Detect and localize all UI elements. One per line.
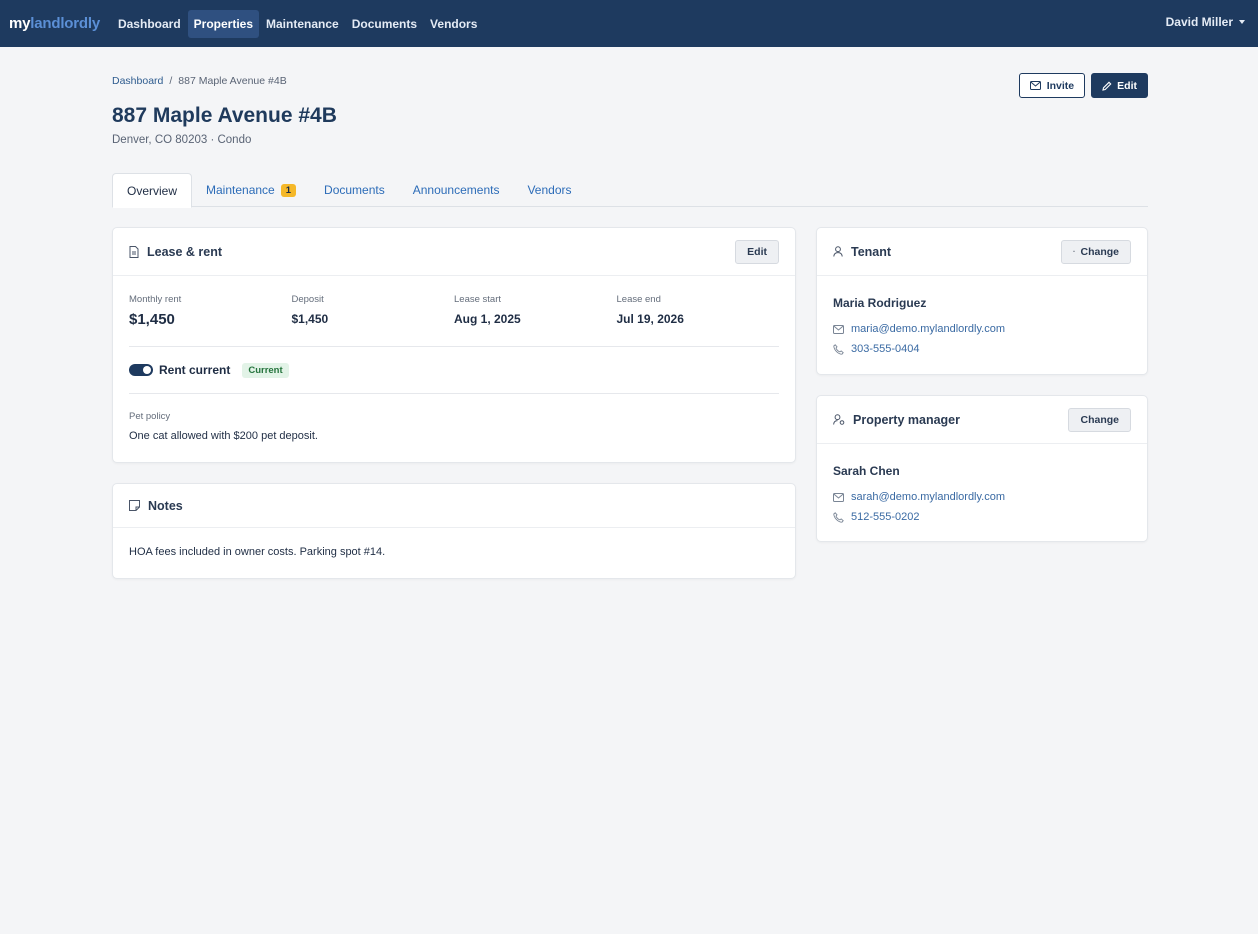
manager-email-row[interactable]: sarah@demo.mylandlordly.com [833, 491, 1131, 503]
breadcrumb-separator: / [169, 75, 173, 87]
deposit-label: Deposit [291, 294, 324, 305]
lease-details: Monthly rent $1,450 Deposit $1,450 Lease… [113, 276, 795, 346]
edit-lease-button[interactable]: Edit [735, 239, 779, 264]
tenant-phone[interactable]: 303-555-0404 [851, 343, 920, 355]
document-icon [129, 245, 139, 258]
tenant-card-header: Tenant · Change [817, 228, 1147, 276]
tenant-email[interactable]: maria@demo.mylandlordly.com [851, 323, 1005, 335]
brand-part-my: my [9, 15, 31, 32]
tab-vendors[interactable]: Vendors [513, 173, 585, 207]
lease-rent-card: Lease & rent Edit Monthly rent $1,450 De… [112, 227, 796, 463]
envelope-icon [833, 492, 844, 502]
phone-icon [833, 343, 844, 355]
deposit-value: $1,450 [291, 312, 329, 326]
notes-card: Notes HOA fees included in owner costs. … [112, 483, 796, 579]
tenant-details: Maria Rodriguez maria@demo.mylandlordly.… [817, 276, 1147, 355]
tenant-card: Tenant · Change Maria Rodriguez maria@de… [816, 227, 1148, 375]
user-name: David Miller [1165, 15, 1233, 29]
edit-label: Edit [1117, 79, 1137, 92]
tab-documents[interactable]: Documents [310, 173, 399, 207]
lease-start-label: Lease start [454, 294, 501, 305]
breadcrumb-dashboard-link[interactable]: Dashboard [112, 75, 163, 87]
tab-maintenance-label: Maintenance [206, 183, 275, 197]
tenant-phone-row[interactable]: 303-555-0404 [833, 343, 1131, 355]
tenant-card-title: Tenant [851, 244, 892, 259]
dot-icon: · [1072, 247, 1076, 256]
rent-status-badge: Current [242, 362, 289, 378]
user-gear-icon [833, 414, 845, 425]
pencil-icon [1102, 81, 1112, 91]
tenant-email-row[interactable]: maria@demo.mylandlordly.com [833, 323, 1131, 335]
manager-phone-row[interactable]: 512-555-0202 [833, 511, 1131, 523]
property-tabs: Overview Maintenance 1 Documents Announc… [112, 173, 1148, 208]
manager-details: Sarah Chen sarah@demo.mylandlordly.com 5… [817, 444, 1147, 523]
tab-announcements[interactable]: Announcements [399, 173, 514, 207]
caret-down-icon [1239, 20, 1245, 24]
rent-current-toggle[interactable] [129, 364, 153, 376]
manager-card-header: Property manager Change [817, 396, 1147, 444]
notes-card-title: Notes [148, 498, 183, 513]
monthly-rent-label: Monthly rent [129, 294, 182, 305]
sticky-note-icon [129, 500, 140, 511]
top-navbar: mylandlordly Dashboard Properties Mainte… [0, 0, 1258, 47]
maintenance-count-badge: 1 [280, 183, 297, 197]
tab-maintenance[interactable]: Maintenance 1 [192, 173, 310, 207]
rent-current-row: Rent current Current [113, 347, 795, 393]
pet-policy-text: One cat allowed with $200 pet deposit. [129, 430, 318, 442]
invite-button[interactable]: Invite [1018, 73, 1086, 98]
phone-icon [833, 511, 844, 523]
page-actions: Invite Edit [1018, 73, 1148, 98]
page-title: 887 Maple Avenue #4B [112, 104, 337, 127]
lease-card-title: Lease & rent [147, 244, 223, 259]
pet-policy-label: Pet policy [129, 411, 171, 422]
lease-start-value: Aug 1, 2025 [454, 312, 521, 326]
nav-properties[interactable]: Properties [187, 9, 260, 38]
manager-card-title: Property manager [853, 412, 960, 427]
property-manager-card: Property manager Change Sarah Chen sarah… [816, 395, 1148, 542]
nav-vendors[interactable]: Vendors [424, 10, 483, 38]
change-manager-button[interactable]: Change [1068, 407, 1131, 432]
nav-documents[interactable]: Documents [346, 10, 423, 38]
manager-email[interactable]: sarah@demo.mylandlordly.com [851, 491, 1005, 503]
page-subtitle: Denver, CO 80203 · Condo [112, 134, 252, 146]
notes-text: HOA fees included in owner costs. Parkin… [129, 546, 386, 558]
breadcrumb: Dashboard / 887 Maple Avenue #4B [112, 75, 287, 87]
pet-policy-section: Pet policy One cat allowed with $200 pet… [113, 394, 795, 459]
notes-card-header: Notes [113, 484, 795, 528]
breadcrumb-current: 887 Maple Avenue #4B [178, 75, 287, 87]
lease-end-label: Lease end [616, 294, 661, 305]
nav-dashboard[interactable]: Dashboard [112, 10, 187, 38]
brand-logo[interactable]: mylandlordly [9, 15, 100, 32]
tab-overview[interactable]: Overview [112, 173, 193, 208]
lease-card-header: Lease & rent Edit [113, 228, 795, 276]
manager-name: Sarah Chen [833, 464, 900, 478]
change-tenant-label: Change [1080, 245, 1119, 258]
envelope-icon [833, 324, 844, 334]
nav-maintenance[interactable]: Maintenance [260, 10, 345, 38]
monthly-rent-value: $1,450 [129, 311, 175, 328]
brand-part-landlordly: landlordly [30, 15, 100, 32]
lease-end-value: Jul 19, 2026 [616, 312, 684, 326]
manager-phone[interactable]: 512-555-0202 [851, 511, 920, 523]
invite-label: Invite [1046, 79, 1075, 92]
change-tenant-button[interactable]: · Change [1060, 239, 1131, 264]
user-menu[interactable]: David Miller [1166, 15, 1245, 29]
edit-property-button[interactable]: Edit [1091, 73, 1148, 98]
user-icon [833, 246, 843, 257]
tenant-name: Maria Rodriguez [833, 296, 927, 310]
envelope-icon [1029, 81, 1041, 90]
rent-current-label: Rent current [159, 363, 231, 377]
